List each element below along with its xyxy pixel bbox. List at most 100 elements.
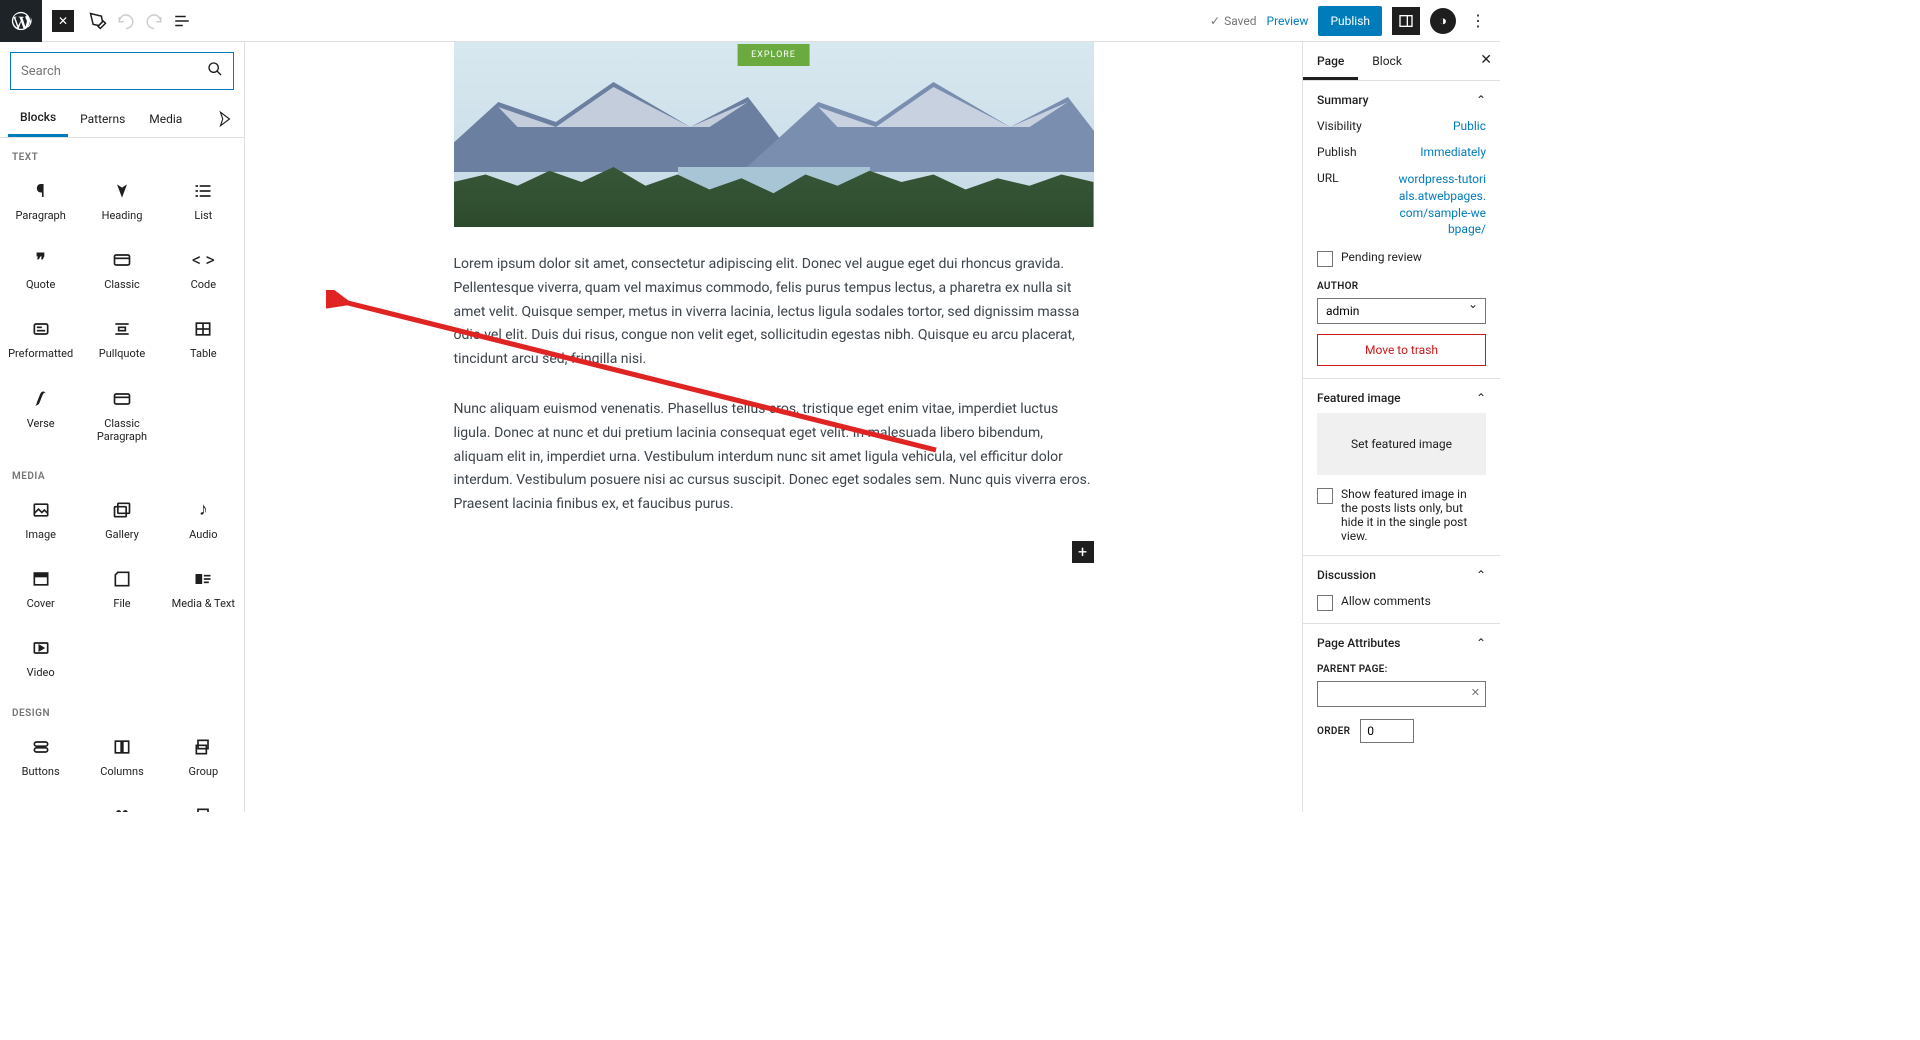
hide-featured-label: Show featured image in the posts lists o… [1341, 487, 1486, 543]
block-paragraph[interactable]: ¶Paragraph [0, 167, 81, 236]
tab-patterns[interactable]: Patterns [68, 102, 137, 136]
allow-comments-checkbox[interactable] [1317, 595, 1333, 611]
block-verse[interactable]: Verse [0, 375, 81, 457]
astra-icon[interactable]: ◑ [1430, 8, 1456, 34]
discussion-toggle[interactable]: Discussion⌃ [1317, 568, 1486, 582]
block-more[interactable] [163, 792, 244, 812]
block-group[interactable]: Group [163, 723, 244, 792]
author-label: AUTHOR [1317, 281, 1486, 292]
block-preformatted[interactable]: Preformatted [0, 305, 81, 374]
block-columns[interactable]: Columns [81, 723, 162, 792]
explore-button[interactable]: EXPLORE [737, 44, 810, 66]
url-value[interactable]: wordpress-tutorials.atwebpages.com/sampl… [1393, 171, 1486, 238]
summary-toggle[interactable]: Summary⌃ [1317, 93, 1486, 107]
category-text: TEXT [0, 138, 244, 167]
list-icon [191, 179, 215, 203]
block-classic-paragraph[interactable]: Classic Paragraph [81, 375, 162, 457]
chevron-up-icon: ⌃ [1476, 568, 1486, 582]
settings-sidebar: Page Block ✕ Summary⌃ Visibility Public P… [1302, 42, 1500, 812]
tab-media[interactable]: Media [137, 102, 194, 136]
block-classic[interactable]: Classic [81, 236, 162, 305]
explore-patterns-icon[interactable] [214, 108, 236, 130]
block-quote[interactable]: ❞Quote [0, 236, 81, 305]
block-heading[interactable]: Heading [81, 167, 162, 236]
block-buttons[interactable]: Buttons [0, 723, 81, 792]
chevron-up-icon: ⌃ [1476, 93, 1486, 107]
hero-image-block[interactable]: EXPLORE [454, 42, 1094, 227]
more-icon [191, 804, 215, 812]
publish-label: Publish [1317, 145, 1357, 159]
wordpress-logo[interactable] [0, 0, 42, 42]
chevron-up-icon: ⌃ [1476, 391, 1486, 405]
set-featured-image-button[interactable]: Set featured image [1317, 413, 1486, 475]
image-icon [29, 498, 53, 522]
tab-blocks[interactable]: Blocks [8, 100, 68, 137]
featured-image-toggle[interactable]: Featured image⌃ [1317, 391, 1486, 405]
verse-icon [29, 387, 53, 411]
block-search[interactable] [10, 52, 234, 90]
block-stack[interactable] [81, 792, 162, 812]
tab-block[interactable]: Block [1358, 42, 1416, 80]
discussion-panel: Discussion⌃ Allow comments [1303, 556, 1500, 624]
category-media: MEDIA [0, 457, 244, 486]
editor-canvas[interactable]: EXPLORE Lorem ipsum dolor sit amet, cons… [245, 42, 1302, 812]
add-block-button[interactable]: + [1072, 541, 1094, 563]
paragraph-block-1[interactable]: Lorem ipsum dolor sit amet, consectetur … [454, 253, 1094, 372]
cover-icon [29, 567, 53, 591]
inserter-tabs: Blocks Patterns Media [0, 100, 244, 138]
redo-icon[interactable] [140, 7, 168, 35]
block-cover[interactable]: Cover [0, 555, 81, 624]
block-gallery[interactable]: Gallery [81, 486, 162, 555]
video-icon [29, 636, 53, 660]
parent-page-input[interactable] [1317, 681, 1486, 707]
options-menu-icon[interactable]: ⋮ [1466, 7, 1490, 34]
author-select[interactable]: admin [1317, 298, 1486, 324]
pending-review-checkbox[interactable] [1317, 251, 1333, 267]
block-video[interactable]: Video [0, 624, 81, 693]
page-attributes-toggle[interactable]: Page Attributes⌃ [1317, 636, 1486, 650]
publish-value[interactable]: Immediately [1420, 145, 1486, 159]
search-icon [207, 61, 223, 81]
stack-icon [110, 804, 134, 812]
sidebar-tabs: Page Block ✕ [1303, 42, 1500, 81]
block-pullquote[interactable]: Pullquote [81, 305, 162, 374]
row-icon [29, 804, 53, 812]
order-input[interactable] [1360, 719, 1414, 743]
page-attributes-panel: Page Attributes⌃ PARENT PAGE: ✕ ORDER [1303, 624, 1500, 755]
close-sidebar-icon[interactable]: ✕ [1480, 52, 1492, 68]
top-toolbar: ✕ ✓ Saved Preview Publish ◑ ⋮ [0, 0, 1500, 42]
publish-button[interactable]: Publish [1318, 6, 1382, 36]
block-media-text[interactable]: Media & Text [163, 555, 244, 624]
block-code[interactable]: < >Code [163, 236, 244, 305]
move-to-trash-button[interactable]: Move to trash [1317, 334, 1486, 366]
preview-link[interactable]: Preview [1267, 14, 1309, 28]
url-label: URL [1317, 171, 1339, 238]
block-file[interactable]: File [81, 555, 162, 624]
parent-page-label: PARENT PAGE: [1317, 664, 1486, 675]
tab-page[interactable]: Page [1303, 42, 1358, 80]
visibility-value[interactable]: Public [1453, 119, 1486, 133]
media-text-icon [191, 567, 215, 591]
hide-featured-checkbox[interactable] [1317, 488, 1333, 504]
paragraph-block-2[interactable]: Nunc aliquam euismod venenatis. Phasellu… [454, 398, 1094, 517]
search-input[interactable] [21, 64, 207, 79]
tools-icon[interactable] [84, 7, 112, 35]
block-list[interactable]: List [163, 167, 244, 236]
summary-panel: Summary⌃ Visibility Public Publish Immedia… [1303, 81, 1500, 379]
audio-icon: ♪ [191, 498, 215, 522]
paragraph-icon: ¶ [29, 179, 53, 203]
block-row[interactable] [0, 792, 81, 812]
block-image[interactable]: Image [0, 486, 81, 555]
document-outline-icon[interactable] [168, 7, 196, 35]
clear-parent-icon[interactable]: ✕ [1471, 686, 1480, 699]
block-table[interactable]: Table [163, 305, 244, 374]
undo-icon[interactable] [112, 7, 140, 35]
heading-icon [110, 179, 134, 203]
block-audio[interactable]: ♪Audio [163, 486, 244, 555]
block-inserter-panel: Blocks Patterns Media TEXT ¶Paragraph He… [0, 42, 245, 812]
sidebar-toggle-icon[interactable] [1392, 7, 1420, 35]
classic-icon [110, 248, 134, 272]
close-inserter-button[interactable]: ✕ [52, 10, 74, 32]
classic-paragraph-icon [110, 387, 134, 411]
visibility-label: Visibility [1317, 119, 1362, 133]
